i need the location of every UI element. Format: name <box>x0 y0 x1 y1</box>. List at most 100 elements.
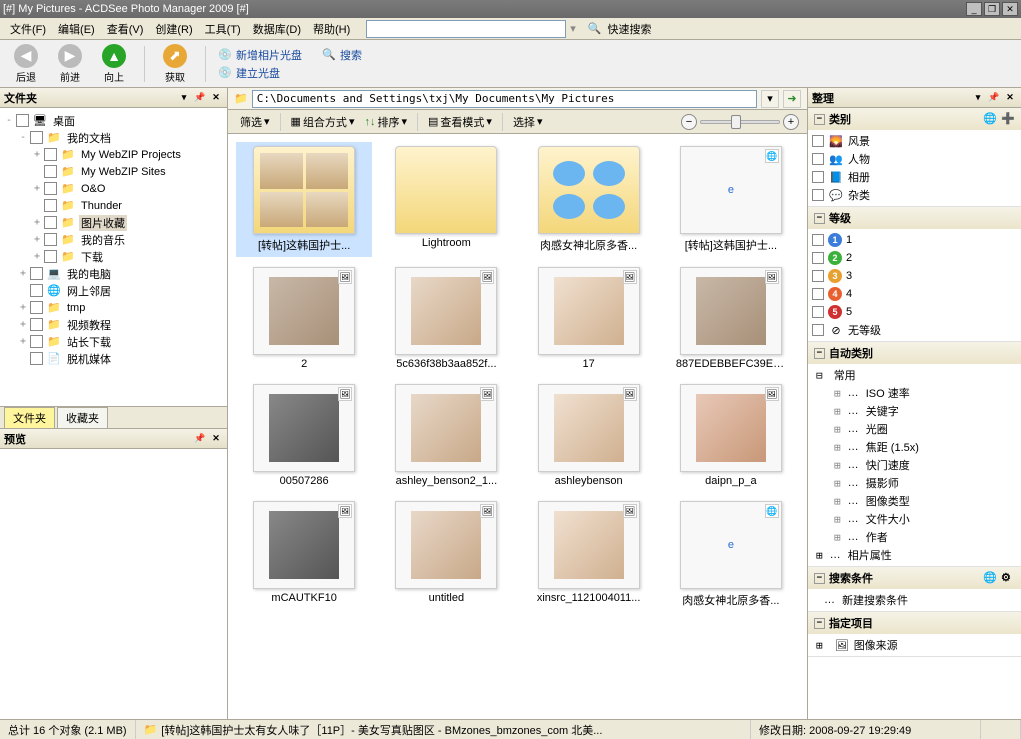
category-item[interactable]: 👥人物 <box>812 150 1017 168</box>
folders-pin-icon[interactable]: 📌 <box>193 91 207 105</box>
group-button[interactable]: ▦ 组合方式 ▾ <box>287 112 359 132</box>
tree-node[interactable]: -📁我的文档 <box>2 129 225 146</box>
import-button[interactable]: ⬈获取 <box>157 42 193 86</box>
menu-create[interactable]: 创建(R) <box>149 19 198 39</box>
tree-checkbox[interactable] <box>30 352 43 365</box>
tree-node[interactable]: +📁视频教程 <box>2 316 225 333</box>
thumbnail-item[interactable]: 🖼2 <box>236 263 372 374</box>
minimize-button[interactable]: _ <box>966 2 982 16</box>
thumbnail-item[interactable]: e🌐[转帖]这韩国护士... <box>663 142 799 257</box>
folders-dropdown-icon[interactable]: ▾ <box>177 91 191 105</box>
thumbnail-item[interactable]: [转帖]这韩国护士... <box>236 142 372 257</box>
globe-icon[interactable]: 🌐 <box>983 571 997 585</box>
tree-checkbox[interactable] <box>44 182 57 195</box>
menu-search-input[interactable] <box>366 20 566 38</box>
group-header[interactable]: −指定项目 <box>808 612 1021 634</box>
image-source-item[interactable]: ⊞ 🖼图像来源 <box>812 636 1017 654</box>
tree-node[interactable]: +📁站长下载 <box>2 333 225 350</box>
menu-database[interactable]: 数据库(D) <box>247 19 307 39</box>
thumbnail-item[interactable]: 🖼mCAUTKF10 <box>236 497 372 612</box>
autocat-photoattr[interactable]: ⊞ … 相片属性 <box>812 546 1017 564</box>
tree-node[interactable]: 📁My WebZIP Sites <box>2 163 225 180</box>
tree-node[interactable]: 📁Thunder <box>2 197 225 214</box>
thumbnail-item[interactable]: 🖼daipn_p_a <box>663 380 799 491</box>
preview-pin-icon[interactable]: 📌 <box>193 432 207 446</box>
autocat-item[interactable]: ⊞ … 焦距 (1.5x) <box>812 438 1017 456</box>
autocat-item[interactable]: ⊞ … 关键字 <box>812 402 1017 420</box>
menu-edit[interactable]: 编辑(E) <box>52 19 101 39</box>
category-item[interactable]: 📘相册 <box>812 168 1017 186</box>
close-button[interactable]: ✕ <box>1002 2 1018 16</box>
category-item[interactable]: 🌄风景 <box>812 132 1017 150</box>
create-photo-disc-link[interactable]: 💿新增相片光盘 <box>218 47 302 63</box>
forward-button[interactable]: ▶前进 <box>52 42 88 86</box>
organize-close-icon[interactable]: ✕ <box>1003 91 1017 105</box>
rating-item[interactable]: 55 <box>812 303 1017 321</box>
tree-checkbox[interactable] <box>30 318 43 331</box>
autocat-item[interactable]: ⊞ … 摄影师 <box>812 474 1017 492</box>
thumbnail-item[interactable]: 🖼887EDEBBEFC39EB3... <box>663 263 799 374</box>
sort-button[interactable]: ↑↓ 排序 ▾ <box>360 112 411 132</box>
tree-checkbox[interactable] <box>44 165 57 178</box>
thumbnail-item[interactable]: 🖼ashley_benson2_1... <box>378 380 514 491</box>
path-field[interactable]: C:\Documents and Settings\txj\My Documen… <box>252 90 757 108</box>
organize-pin-icon[interactable]: 📌 <box>987 91 1001 105</box>
tree-node[interactable]: 📄脱机媒体 <box>2 350 225 367</box>
tree-node[interactable]: +📁图片收藏 <box>2 214 225 231</box>
back-button[interactable]: ◀后退 <box>8 42 44 86</box>
dropdown-icon[interactable]: ▾ <box>570 22 576 35</box>
tree-checkbox[interactable] <box>44 216 57 229</box>
tree-node[interactable]: +📁tmp <box>2 299 225 316</box>
search-link[interactable]: 🔍搜索 <box>322 47 362 63</box>
tree-node[interactable]: +📁My WebZIP Projects <box>2 146 225 163</box>
globe-icon[interactable]: 🌐 <box>983 112 997 126</box>
thumbnail-size-slider[interactable]: − + <box>681 114 799 130</box>
zoom-in-icon[interactable]: + <box>783 114 799 130</box>
rating-item[interactable]: 11 <box>812 231 1017 249</box>
group-header[interactable]: −搜索条件🌐⚙ <box>808 567 1021 589</box>
autocat-item[interactable]: ⊞ … 快门速度 <box>812 456 1017 474</box>
go-button[interactable]: ➜ <box>783 90 801 108</box>
tree-checkbox[interactable] <box>30 267 43 280</box>
viewmode-button[interactable]: ▤ 查看模式 ▾ <box>424 112 496 132</box>
tab-favorites[interactable]: 收藏夹 <box>57 407 108 428</box>
zoom-out-icon[interactable]: − <box>681 114 697 130</box>
thumbnail-item[interactable]: 🖼17 <box>521 263 657 374</box>
new-search-item[interactable]: … 新建搜索条件 <box>812 591 1017 609</box>
thumbnail-item[interactable]: 🖼untitled <box>378 497 514 612</box>
up-button[interactable]: ▲向上 <box>96 42 132 86</box>
thumbnail-item[interactable]: 🖼xinsrc_1121004011... <box>521 497 657 612</box>
group-header[interactable]: −类别🌐➕ <box>808 108 1021 130</box>
tree-checkbox[interactable] <box>44 148 57 161</box>
tree-node[interactable]: +💻我的电脑 <box>2 265 225 282</box>
thumbnail-item[interactable]: 肉感女神北原多香... <box>521 142 657 257</box>
group-header[interactable]: −等级 <box>808 207 1021 229</box>
rating-item[interactable]: 33 <box>812 267 1017 285</box>
tab-folders[interactable]: 文件夹 <box>4 407 55 428</box>
menu-view[interactable]: 查看(V) <box>101 19 150 39</box>
tree-node[interactable]: +📁我的音乐 <box>2 231 225 248</box>
category-item[interactable]: 💬杂类 <box>812 186 1017 204</box>
menu-help[interactable]: 帮助(H) <box>307 19 356 39</box>
tree-checkbox[interactable] <box>30 131 43 144</box>
preview-close-icon[interactable]: ✕ <box>209 432 223 446</box>
folder-tree[interactable]: -🖥桌面-📁我的文档+📁My WebZIP Projects📁My WebZIP… <box>0 108 227 406</box>
menu-file[interactable]: 文件(F) <box>4 19 52 39</box>
rating-item[interactable]: 22 <box>812 249 1017 267</box>
autocat-item[interactable]: ⊞ … 图像类型 <box>812 492 1017 510</box>
tree-checkbox[interactable] <box>30 335 43 348</box>
create-disc-link[interactable]: 💿建立光盘 <box>218 65 362 81</box>
tree-node[interactable]: 🌐网上邻居 <box>2 282 225 299</box>
rating-none[interactable]: ⊘无等级 <box>812 321 1017 339</box>
autocat-common[interactable]: ⊟ 常用 <box>812 366 1017 384</box>
tree-checkbox[interactable] <box>30 301 43 314</box>
add-icon[interactable]: ➕ <box>1001 112 1015 126</box>
autocat-item[interactable]: ⊞ … 光圈 <box>812 420 1017 438</box>
tree-node[interactable]: +📁O&O <box>2 180 225 197</box>
thumbnail-item[interactable]: 🖼ashleybenson <box>521 380 657 491</box>
thumbnail-item[interactable]: e🌐肉感女神北原多香... <box>663 497 799 612</box>
tree-node[interactable]: +📁下载 <box>2 248 225 265</box>
gear-icon[interactable]: ⚙ <box>1001 571 1015 585</box>
folders-close-icon[interactable]: ✕ <box>209 91 223 105</box>
autocat-item[interactable]: ⊞ … 作者 <box>812 528 1017 546</box>
